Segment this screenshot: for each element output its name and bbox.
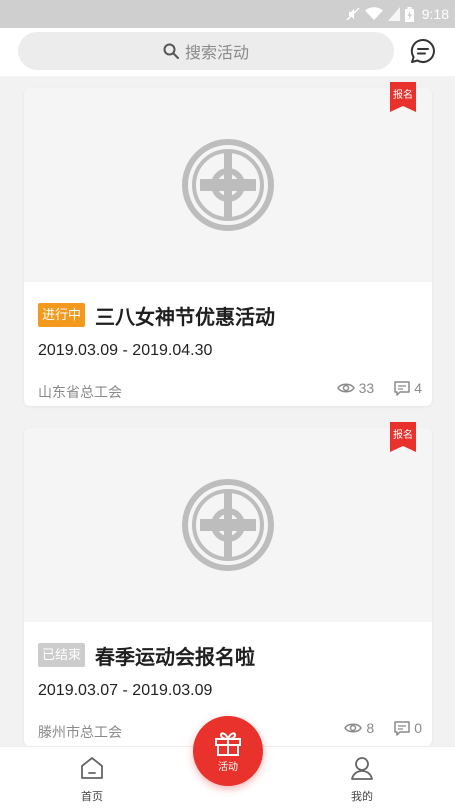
eye-icon [336,383,355,393]
status-badge: 进行中 [38,303,86,327]
activity-image [24,428,432,622]
wifi-icon [364,7,383,20]
comment-count: 4 [414,380,422,396]
ribbon-label: 报名 [393,430,413,441]
signal-icon [387,7,400,21]
tab-home[interactable]: 首页 [52,755,132,804]
tab-mine[interactable]: 我的 [322,755,402,804]
gift-icon [215,731,241,756]
signup-ribbon: 报名 [390,422,416,452]
status-bar: 9:18 [0,0,455,28]
activity-stats: 33 4 [336,380,422,396]
view-count: 33 [358,380,375,396]
search-bar[interactable]: 搜索活动 [18,32,394,70]
activity-title: 三八女神节优惠活动 [95,306,276,329]
activity-stats: 8 0 [344,720,422,736]
union-logo-icon [182,479,274,571]
search-header: 搜索活动 [0,28,455,76]
tab-home-label: 首页 [81,791,103,803]
status-time: 9:18 [421,6,449,22]
search-placeholder: 搜索活动 [184,45,249,62]
search-icon [163,43,179,59]
tab-mine-label: 我的 [351,791,373,803]
battery-icon [404,6,414,22]
activity-dates: 2019.03.09 - 2019.04.30 [38,342,213,359]
title-row: 已结束 春季运动会报名啦 [38,642,256,669]
mute-icon [346,7,360,21]
activity-title: 春季运动会报名啦 [95,646,256,669]
tab-activity-button[interactable]: 活动 [193,716,263,786]
view-count: 8 [366,720,375,736]
activity-card[interactable]: 报名 已结束 春季运动会报名啦 2019.03.07 - 2019.03.09 … [24,422,432,746]
comment-icon [394,720,410,736]
ribbon-label: 报名 [393,90,413,101]
title-row: 进行中 三八女神节优惠活动 [38,302,276,329]
activity-organizer: 滕州市总工会 [38,724,122,740]
user-icon [351,757,373,780]
activity-card[interactable]: 报名 进行中 三八女神节优惠活动 2019.03.09 - 2019.04.30… [24,82,432,406]
tab-activity-label: 活动 [218,761,238,773]
signup-ribbon: 报名 [390,82,416,112]
activity-image [24,88,432,282]
home-icon [81,757,103,779]
message-icon[interactable] [409,37,437,65]
comment-icon [394,380,410,396]
union-logo-icon [182,139,274,231]
eye-icon [344,723,363,733]
status-icons: 9:18 [346,4,449,24]
activity-dates: 2019.03.07 - 2019.03.09 [38,682,213,699]
activity-organizer: 山东省总工会 [38,384,122,400]
comment-count: 0 [414,720,422,736]
status-badge: 已结束 [38,643,86,667]
